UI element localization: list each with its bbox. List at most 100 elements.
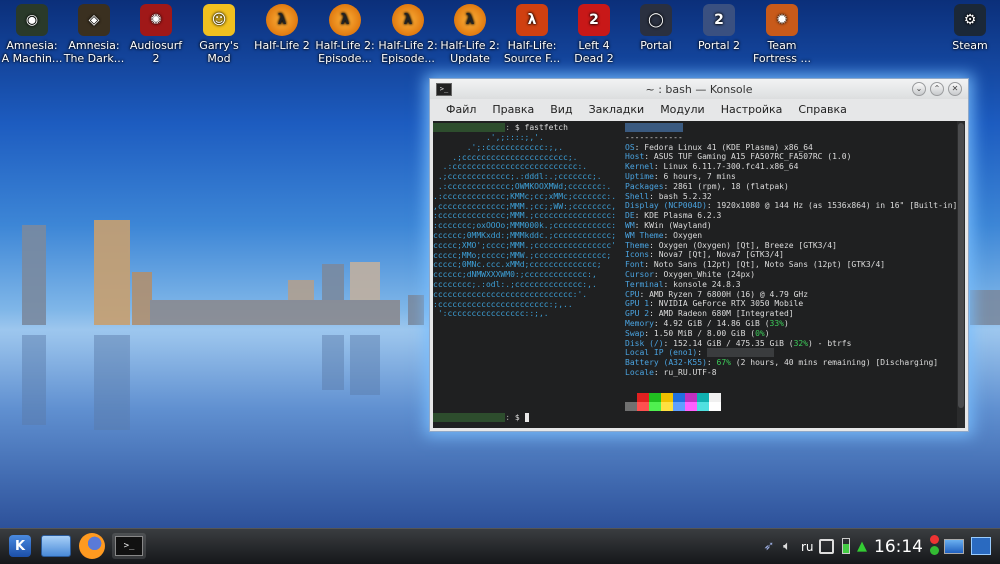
window-title: ~ : bash — Konsole bbox=[645, 82, 753, 96]
desktop-icon-l4d2[interactable]: 2 Left 4 Dead 2 bbox=[562, 4, 626, 65]
desktop-icon-audiosurf[interactable]: ✺ Audiosurf 2 bbox=[124, 4, 188, 65]
desktop-icon-label-2: Episode... bbox=[381, 52, 435, 65]
desktop-icon-amnesia-dark[interactable]: ◈ Amnesia: The Dark... bbox=[62, 4, 126, 65]
terminal-icon: >_ bbox=[115, 536, 143, 556]
minimize-button[interactable]: ⌄ bbox=[912, 82, 926, 96]
info-key: WM Theme bbox=[625, 230, 664, 240]
info-value: KWin (Wayland) bbox=[644, 220, 712, 230]
info-tail: ) bbox=[764, 328, 770, 338]
audiosurf-icon: ✺ bbox=[140, 4, 172, 36]
clock[interactable]: 16:14 bbox=[874, 537, 923, 557]
terminal-area[interactable]: : $ fastfetch .',;::::;,'. .';:ccccccccc… bbox=[433, 121, 965, 428]
desktop-icon-label-2: Source F... bbox=[503, 52, 561, 65]
desktop-icon-steam[interactable]: ⚙ Steam bbox=[938, 4, 1000, 52]
window-titlebar[interactable]: >_ ~ : bash — Konsole ⌄ ⌃ ✕ bbox=[430, 79, 968, 99]
close-button[interactable]: ✕ bbox=[948, 82, 962, 96]
keyboard-layout[interactable]: ru bbox=[801, 540, 814, 554]
logo-line: ccccccccccccccccccccccccccccc:'. bbox=[433, 289, 588, 299]
desktop-icon-label: Portal bbox=[640, 39, 672, 52]
tf2-icon: ✹ bbox=[766, 4, 798, 36]
info-row: Swap: 1.50 MiB / 8.00 GiB (0%) bbox=[625, 328, 770, 338]
volume-icon[interactable]: 🔈︎ bbox=[778, 533, 796, 559]
info-row: Locale: ru_RU.UTF-8 bbox=[625, 367, 717, 377]
folder-icon bbox=[41, 535, 71, 557]
menu-item[interactable]: Настройка bbox=[713, 103, 791, 116]
desktop-icon-label: Half-Life 2: bbox=[440, 39, 500, 52]
desktop-icon-hl2-ep1[interactable]: λ Half-Life 2: Episode... bbox=[313, 4, 377, 65]
file-manager-button[interactable] bbox=[40, 533, 72, 559]
show-desktop-icon[interactable] bbox=[944, 533, 964, 559]
logo-line: .',;::::;,'. bbox=[433, 133, 544, 142]
desktop-icon-amnesia-machine[interactable]: ◉ Amnesia: A Machin... bbox=[0, 4, 64, 65]
palette-row bbox=[625, 393, 721, 402]
palette-swatch bbox=[637, 393, 649, 402]
maximize-button[interactable]: ⌃ bbox=[930, 82, 944, 96]
network-icon[interactable]: ➶ bbox=[760, 533, 778, 559]
desktop-icon-garrys-mod[interactable]: ☺ Garry's Mod bbox=[187, 4, 251, 65]
info-row: Terminal: konsole 24.8.3 bbox=[625, 279, 741, 289]
menu-item[interactable]: Вид bbox=[542, 103, 580, 116]
menu-item[interactable]: Модули bbox=[652, 103, 713, 116]
desktop-icon-label: Audiosurf bbox=[129, 39, 183, 52]
menu-item[interactable]: Правка bbox=[484, 103, 542, 116]
info-key: WM bbox=[625, 220, 635, 230]
firefox-icon bbox=[79, 533, 105, 559]
info-key: Terminal bbox=[625, 279, 664, 289]
battery-icon[interactable] bbox=[840, 533, 852, 559]
menu-item[interactable]: Справка bbox=[790, 103, 854, 116]
desktop-icon-portal[interactable]: ◯ Portal bbox=[624, 4, 688, 52]
konsole-window[interactable]: >_ ~ : bash — Konsole ⌄ ⌃ ✕ Файл Правка Ви… bbox=[429, 78, 969, 432]
info-tail: (2 hours, 40 mins remaining) [Dischargin… bbox=[730, 358, 939, 368]
info-value: Fedora Linux 41 (KDE Plasma) x86_64 bbox=[644, 142, 813, 152]
info-row: Battery (A32-K55): 67% (2 hours, 40 mins… bbox=[625, 358, 939, 368]
clipboard-icon[interactable] bbox=[818, 533, 834, 559]
desktop-icon-portal-2[interactable]: 2 Portal 2 bbox=[687, 4, 751, 52]
desktop-icon-hl2-ep2[interactable]: λ Half-Life 2: Episode... bbox=[376, 4, 440, 65]
info-row: GPU 2: AMD Radeon 680M [Integrated] bbox=[625, 309, 794, 319]
konsole-task-button[interactable]: >_ bbox=[112, 533, 146, 559]
prompt-line: : $ bbox=[433, 413, 530, 423]
info-key: CPU bbox=[625, 289, 640, 299]
half-life-2-icon: λ bbox=[266, 4, 298, 36]
desktop-icon-label-2: 2 bbox=[152, 52, 160, 65]
logo-line: ':cccccccccccccccc::;,. bbox=[433, 309, 549, 319]
info-value: KDE Plasma 6.2.3 bbox=[644, 211, 722, 221]
logo-line: cccccc;0MMKxdd:;MMMkddc.;cccccccccccc; bbox=[433, 230, 617, 240]
scrollbar-thumb[interactable] bbox=[958, 123, 964, 408]
info-value: bash 5.2.32 bbox=[658, 191, 712, 201]
menu-item[interactable]: Файл bbox=[438, 103, 484, 116]
desktop-icon-half-life-2[interactable]: λ Half-Life 2 bbox=[250, 4, 314, 52]
desktop-icon-hl-source[interactable]: λ Half-Life: Source F... bbox=[500, 4, 564, 65]
info-value: ru_RU.UTF-8 bbox=[663, 367, 717, 377]
hl2-update-icon: λ bbox=[454, 4, 486, 36]
info-row: Cursor: Oxygen_White (24px) bbox=[625, 269, 756, 279]
updates-icon[interactable]: ▲ bbox=[854, 533, 870, 559]
pager-icon[interactable] bbox=[970, 533, 992, 559]
desktop-icon-label: Team bbox=[767, 39, 797, 52]
desktop-icon-label: Half-Life 2: bbox=[378, 39, 438, 52]
menu-item[interactable]: Закладки bbox=[581, 103, 653, 116]
info-key: Swap bbox=[625, 328, 645, 338]
desktop-icon-label-2: Episode... bbox=[318, 52, 372, 65]
info-row: Local IP (eno1): bbox=[625, 348, 965, 358]
info-row: Icons: Nova7 [Qt], Nova7 [GTK3/4] bbox=[625, 250, 784, 260]
info-row: WM Theme: Oxygen bbox=[625, 230, 703, 240]
desktop-icon-hl2-update[interactable]: λ Half-Life 2: Update bbox=[438, 4, 502, 65]
scrollbar[interactable] bbox=[957, 121, 965, 428]
info-key: Cursor bbox=[625, 269, 654, 279]
info-row: OS: Fedora Linux 41 (KDE Plasma) x86_64 bbox=[625, 142, 813, 152]
notifications-icon[interactable] bbox=[928, 532, 940, 558]
logo-line: cccccc;dNMWXXXWM0:;ccccccccccccc:, bbox=[433, 270, 597, 280]
info-row: Packages: 2861 (rpm), 18 (flatpak) bbox=[625, 181, 789, 191]
info-tail: ) bbox=[783, 318, 789, 328]
palette-swatch bbox=[637, 402, 649, 411]
info-key: GPU 1 bbox=[625, 299, 650, 309]
info-row: Host: ASUS TUF Gaming A15 FA507RC_FA507R… bbox=[625, 152, 852, 162]
logo-line: .;ccccccccccccc;.:dddl:.;ccccccc;. bbox=[433, 172, 602, 182]
kde-menu-button[interactable]: K bbox=[6, 533, 34, 559]
desktop-icon-tf2[interactable]: ✹ Team Fortress ... bbox=[750, 4, 814, 65]
desktop-icon-label-2: Update bbox=[450, 52, 490, 65]
firefox-button[interactable] bbox=[76, 533, 108, 559]
info-row: Display (NCP004D): 1920x1080 @ 144 Hz (a… bbox=[625, 201, 958, 211]
info-row: Font: Noto Sans (12pt) [Qt], Noto Sans (… bbox=[625, 260, 886, 270]
